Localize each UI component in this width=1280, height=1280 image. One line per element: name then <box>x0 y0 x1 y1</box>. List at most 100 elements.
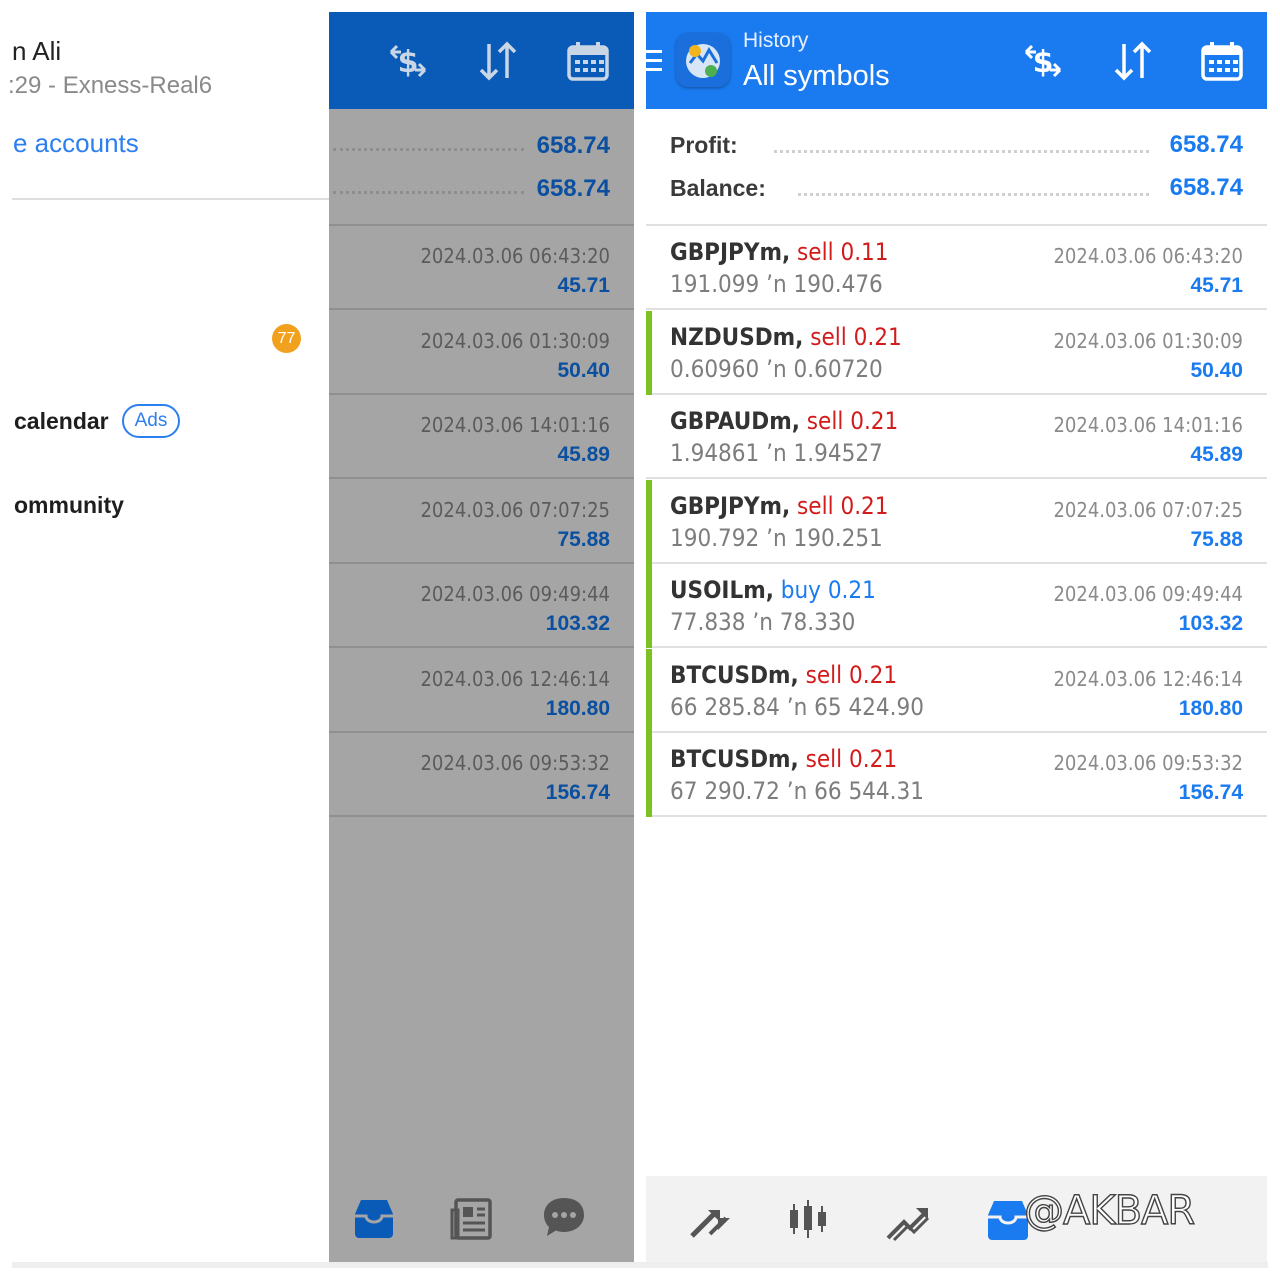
deal-time: 2024.03.06 07:07:25 <box>420 497 610 522</box>
symbol-selector[interactable]: All symbols <box>743 60 890 93</box>
trade-row[interactable]: GBPAUDm, sell 0.21 1.94861 ’n 1.94527 2024… <box>646 395 1267 479</box>
price-arrow: ’n <box>786 777 808 805</box>
trade-time: 2024.03.06 09:53:32 <box>1053 751 1243 775</box>
dollar-swap-icon[interactable]: $ <box>1020 40 1066 82</box>
balance-label: Balance: <box>670 175 766 201</box>
open-price: 1.94861 <box>670 439 760 467</box>
deal-profit: 75.88 <box>557 527 610 551</box>
dimmed-profit-row: 658.74 <box>329 126 634 166</box>
sort-icon[interactable] <box>1110 40 1156 82</box>
deal-time: 2024.03.06 09:49:44 <box>420 582 610 606</box>
close-price: 66 544.31 <box>814 777 924 805</box>
trade-profit: 50.40 <box>1190 358 1243 382</box>
menu-icon[interactable] <box>646 50 664 74</box>
price-arrow: ’n <box>766 523 787 552</box>
trade-profit: 156.74 <box>1178 781 1243 804</box>
trade-profit: 45.89 <box>1190 443 1243 466</box>
open-price: 67 290.72 <box>670 777 780 805</box>
svg-text:$: $ <box>1033 45 1054 80</box>
open-price: 191.099 <box>670 270 760 298</box>
dimmed-bottom-nav <box>329 1182 634 1262</box>
trade-prices: 1.94861 ’n 1.94527 <box>670 439 883 467</box>
watermark-text: @AKBAR <box>1023 1187 1196 1234</box>
trade-side: buy <box>780 576 821 604</box>
news-icon[interactable] <box>450 1196 496 1242</box>
leader-dots <box>333 148 524 151</box>
trade-side: sell <box>797 238 834 266</box>
dimmed-balance-row: 658.74 <box>329 169 634 209</box>
price-arrow: ’n <box>766 270 787 298</box>
trade-time: 2024.03.06 14:01:16 <box>1053 413 1243 437</box>
trade-prices: 66 285.84 ’n 65 424.90 <box>670 693 924 721</box>
bottom-strip <box>12 1262 1268 1268</box>
balance-row: Balance: 658.74 <box>646 169 1267 209</box>
trade-time: 2024.03.06 06:43:20 <box>1053 244 1243 268</box>
dimmed-table-row: 2024.03.06 09:53:32 156.74 <box>329 733 634 817</box>
navigation-drawer: n Ali :29 - Exness-Real6 e accounts 77 c… <box>0 0 330 1262</box>
sort-icon[interactable] <box>475 40 521 82</box>
trade-volume: 0.11 <box>840 238 889 266</box>
trade-time: 2024.03.06 09:49:44 <box>1053 582 1243 606</box>
dimmed-table-row: 2024.03.06 12:46:14 180.80 <box>329 649 634 733</box>
trade-volume: 0.21 <box>853 322 902 351</box>
price-arrow: ’n <box>752 608 773 636</box>
close-price: 78.330 <box>779 608 856 636</box>
trade-row[interactable]: GBPJPYm, sell 0.21 190.792 ’n 190.251 2024… <box>646 479 1267 564</box>
trade-volume: 0.21 <box>827 576 876 604</box>
trade-prices: 190.792 ’n 190.251 <box>670 524 883 552</box>
notification-badge: 77 <box>272 324 301 353</box>
trade-symbol: BTCUSDm, <box>670 745 799 773</box>
trade-row[interactable]: GBPJPYm, sell 0.11 191.099 ’n 190.476 2024… <box>646 226 1267 310</box>
trade-row[interactable]: USOILm, buy 0.21 77.838 ’n 78.330 2024.03.… <box>646 564 1267 648</box>
open-price: 0.60960 <box>670 354 760 383</box>
trade-header: BTCUSDm, sell 0.21 <box>670 661 897 689</box>
profit-value: 658.74 <box>1169 131 1243 158</box>
balance-value: 658.74 <box>1169 174 1243 201</box>
chart-icon[interactable] <box>784 1196 832 1244</box>
leader-dots <box>798 193 1149 196</box>
deal-profit: 180.80 <box>545 696 610 720</box>
price-arrow: ’n <box>786 692 808 721</box>
trade-symbol: USOILm, <box>670 576 774 604</box>
trade-header: USOILm, buy 0.21 <box>670 576 876 604</box>
profit-row: Profit: 658.74 <box>646 126 1267 166</box>
dimmed-history-screen[interactable]: $ 658.74 658.74 2024.03.06 06:43:20 45.71… <box>329 12 634 1262</box>
dollar-swap-icon[interactable]: $ <box>385 40 431 82</box>
trade-volume: 0.21 <box>849 660 898 689</box>
open-price: 190.792 <box>670 523 760 552</box>
trade-time: 2024.03.06 07:07:25 <box>1053 497 1243 522</box>
trade-row[interactable]: BTCUSDm, sell 0.21 66 285.84 ’n 65 424.90… <box>646 648 1267 733</box>
drawer-item-community[interactable]: ommunity <box>14 492 124 519</box>
trade-volume: 0.21 <box>850 407 899 435</box>
trade-side: sell <box>797 491 834 520</box>
bottom-navigation: @AKBAR <box>646 1176 1267 1268</box>
trade-volume: 0.21 <box>849 745 898 773</box>
leader-dots <box>333 191 524 194</box>
trade-header: BTCUSDm, sell 0.21 <box>670 745 897 773</box>
calendar-icon[interactable] <box>1199 40 1245 82</box>
quotes-icon[interactable] <box>686 1196 734 1244</box>
trade-symbol: GBPJPYm, <box>670 491 791 520</box>
trade-side: sell <box>805 660 843 689</box>
trade-icon[interactable] <box>884 1196 932 1244</box>
svg-text:$: $ <box>398 45 419 80</box>
trade-row[interactable]: NZDUSDm, sell 0.21 0.60960 ’n 0.60720 2024… <box>646 310 1267 395</box>
trade-row[interactable]: BTCUSDm, sell 0.21 67 290.72 ’n 66 544.31… <box>646 733 1267 817</box>
trade-prices: 67 290.72 ’n 66 544.31 <box>670 777 924 805</box>
toolbar-subtitle: History <box>743 29 809 52</box>
deal-time: 2024.03.06 12:46:14 <box>420 666 610 691</box>
history-icon[interactable] <box>351 1196 397 1242</box>
deal-time: 2024.03.06 14:01:16 <box>420 413 610 437</box>
chat-icon[interactable] <box>541 1194 587 1240</box>
trade-profit: 180.80 <box>1178 696 1243 720</box>
calendar-icon[interactable] <box>565 40 611 82</box>
open-price: 77.838 <box>670 608 746 636</box>
deal-time: 2024.03.06 06:43:20 <box>420 244 610 268</box>
trade-side: sell <box>806 407 844 435</box>
trade-profit: 45.71 <box>1190 274 1243 297</box>
deal-profit: 45.71 <box>557 274 610 297</box>
metatrader-logo-icon <box>676 33 730 87</box>
manage-accounts-link[interactable]: e accounts <box>13 128 139 159</box>
trade-profit: 103.32 <box>1178 612 1243 635</box>
drawer-item-calendar[interactable]: calendar <box>14 408 109 435</box>
